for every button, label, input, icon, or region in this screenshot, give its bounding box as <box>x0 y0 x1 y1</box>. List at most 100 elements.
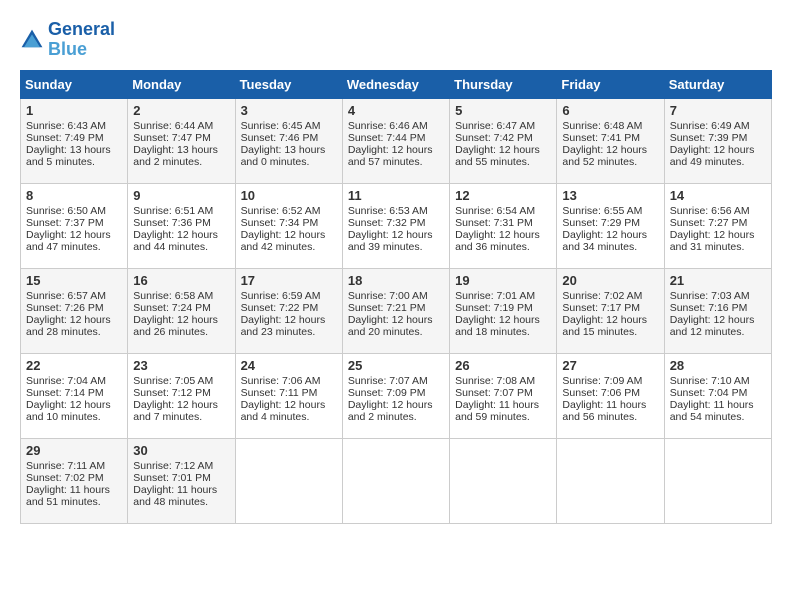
day-info-line: Daylight: 12 hours <box>133 399 229 411</box>
day-info-line: Sunrise: 6:45 AM <box>241 120 337 132</box>
day-info-line: and 23 minutes. <box>241 326 337 338</box>
day-info-line: Sunset: 7:09 PM <box>348 387 444 399</box>
day-info-line: Sunset: 7:47 PM <box>133 132 229 144</box>
day-info-line: Sunset: 7:27 PM <box>670 217 766 229</box>
calendar-week: 22Sunrise: 7:04 AMSunset: 7:14 PMDayligh… <box>21 353 772 438</box>
day-info-line: Sunset: 7:01 PM <box>133 472 229 484</box>
day-info-line: Sunset: 7:19 PM <box>455 302 551 314</box>
weekday-header-sunday: Sunday <box>21 70 128 98</box>
day-info-line: Sunset: 7:22 PM <box>241 302 337 314</box>
calendar-cell: 26Sunrise: 7:08 AMSunset: 7:07 PMDayligh… <box>450 353 557 438</box>
day-info-line: Sunrise: 6:50 AM <box>26 205 122 217</box>
weekday-header-monday: Monday <box>128 70 235 98</box>
day-number: 15 <box>26 273 122 288</box>
day-number: 7 <box>670 103 766 118</box>
calendar-cell <box>235 438 342 523</box>
day-info-line: Daylight: 12 hours <box>455 314 551 326</box>
day-info-line: and 12 minutes. <box>670 326 766 338</box>
day-info-line: Sunset: 7:14 PM <box>26 387 122 399</box>
calendar-cell: 9Sunrise: 6:51 AMSunset: 7:36 PMDaylight… <box>128 183 235 268</box>
day-info-line: Daylight: 12 hours <box>348 314 444 326</box>
day-number: 12 <box>455 188 551 203</box>
day-info-line: Daylight: 12 hours <box>455 144 551 156</box>
calendar-cell: 1Sunrise: 6:43 AMSunset: 7:49 PMDaylight… <box>21 98 128 183</box>
calendar-cell: 21Sunrise: 7:03 AMSunset: 7:16 PMDayligh… <box>664 268 771 353</box>
day-info-line: Sunrise: 6:47 AM <box>455 120 551 132</box>
day-info-line: Sunset: 7:44 PM <box>348 132 444 144</box>
day-number: 16 <box>133 273 229 288</box>
day-info-line: Sunrise: 6:57 AM <box>26 290 122 302</box>
day-number: 23 <box>133 358 229 373</box>
day-info-line: Daylight: 12 hours <box>562 314 658 326</box>
day-info-line: Daylight: 12 hours <box>133 229 229 241</box>
day-info-line: Daylight: 12 hours <box>562 144 658 156</box>
day-number: 14 <box>670 188 766 203</box>
day-info-line: Sunrise: 6:56 AM <box>670 205 766 217</box>
day-info-line: Sunrise: 6:44 AM <box>133 120 229 132</box>
day-info-line: Sunrise: 6:43 AM <box>26 120 122 132</box>
day-number: 4 <box>348 103 444 118</box>
day-number: 3 <box>241 103 337 118</box>
day-info-line: Sunrise: 7:12 AM <box>133 460 229 472</box>
logo: GeneralBlue <box>20 20 115 60</box>
day-number: 17 <box>241 273 337 288</box>
calendar-cell: 4Sunrise: 6:46 AMSunset: 7:44 PMDaylight… <box>342 98 449 183</box>
day-info-line: Sunrise: 7:03 AM <box>670 290 766 302</box>
day-info-line: Sunrise: 7:02 AM <box>562 290 658 302</box>
day-info-line: Sunrise: 7:01 AM <box>455 290 551 302</box>
calendar-cell: 11Sunrise: 6:53 AMSunset: 7:32 PMDayligh… <box>342 183 449 268</box>
day-info-line: and 56 minutes. <box>562 411 658 423</box>
day-info-line: Sunrise: 7:04 AM <box>26 375 122 387</box>
day-info-line: Daylight: 11 hours <box>455 399 551 411</box>
day-info-line: Daylight: 12 hours <box>348 229 444 241</box>
day-info-line: Sunrise: 7:11 AM <box>26 460 122 472</box>
day-info-line: Daylight: 12 hours <box>348 399 444 411</box>
day-info-line: Sunset: 7:16 PM <box>670 302 766 314</box>
day-info-line: Sunset: 7:36 PM <box>133 217 229 229</box>
day-info-line: Sunrise: 6:48 AM <box>562 120 658 132</box>
day-info-line: Sunset: 7:32 PM <box>348 217 444 229</box>
calendar-cell: 2Sunrise: 6:44 AMSunset: 7:47 PMDaylight… <box>128 98 235 183</box>
day-info-line: Sunset: 7:12 PM <box>133 387 229 399</box>
calendar-cell: 19Sunrise: 7:01 AMSunset: 7:19 PMDayligh… <box>450 268 557 353</box>
day-info-line: Sunrise: 7:00 AM <box>348 290 444 302</box>
day-info-line: Daylight: 11 hours <box>562 399 658 411</box>
day-info-line: Sunset: 7:37 PM <box>26 217 122 229</box>
day-info-line: Sunset: 7:07 PM <box>455 387 551 399</box>
calendar-header: SundayMondayTuesdayWednesdayThursdayFrid… <box>21 70 772 98</box>
logo-icon <box>20 28 44 52</box>
day-number: 8 <box>26 188 122 203</box>
day-number: 13 <box>562 188 658 203</box>
day-info-line: Daylight: 12 hours <box>241 314 337 326</box>
day-info-line: and 48 minutes. <box>133 496 229 508</box>
day-info-line: Sunrise: 6:52 AM <box>241 205 337 217</box>
day-number: 5 <box>455 103 551 118</box>
day-number: 25 <box>348 358 444 373</box>
calendar-cell <box>342 438 449 523</box>
day-number: 30 <box>133 443 229 458</box>
day-info-line: and 57 minutes. <box>348 156 444 168</box>
day-info-line: Daylight: 11 hours <box>133 484 229 496</box>
day-info-line: and 18 minutes. <box>455 326 551 338</box>
day-info-line: Sunset: 7:17 PM <box>562 302 658 314</box>
day-info-line: Sunset: 7:21 PM <box>348 302 444 314</box>
day-info-line: Daylight: 12 hours <box>26 229 122 241</box>
day-info-line: and 20 minutes. <box>348 326 444 338</box>
day-info-line: Daylight: 12 hours <box>348 144 444 156</box>
day-info-line: Daylight: 13 hours <box>26 144 122 156</box>
day-info-line: Daylight: 12 hours <box>562 229 658 241</box>
day-info-line: Sunset: 7:04 PM <box>670 387 766 399</box>
day-info-line: and 51 minutes. <box>26 496 122 508</box>
calendar-cell: 10Sunrise: 6:52 AMSunset: 7:34 PMDayligh… <box>235 183 342 268</box>
calendar-cell: 25Sunrise: 7:07 AMSunset: 7:09 PMDayligh… <box>342 353 449 438</box>
day-info-line: and 5 minutes. <box>26 156 122 168</box>
day-info-line: Daylight: 12 hours <box>26 314 122 326</box>
day-info-line: Sunrise: 7:06 AM <box>241 375 337 387</box>
day-info-line: and 7 minutes. <box>133 411 229 423</box>
day-info-line: and 28 minutes. <box>26 326 122 338</box>
day-info-line: and 26 minutes. <box>133 326 229 338</box>
day-info-line: and 52 minutes. <box>562 156 658 168</box>
day-number: 27 <box>562 358 658 373</box>
day-number: 21 <box>670 273 766 288</box>
day-number: 26 <box>455 358 551 373</box>
